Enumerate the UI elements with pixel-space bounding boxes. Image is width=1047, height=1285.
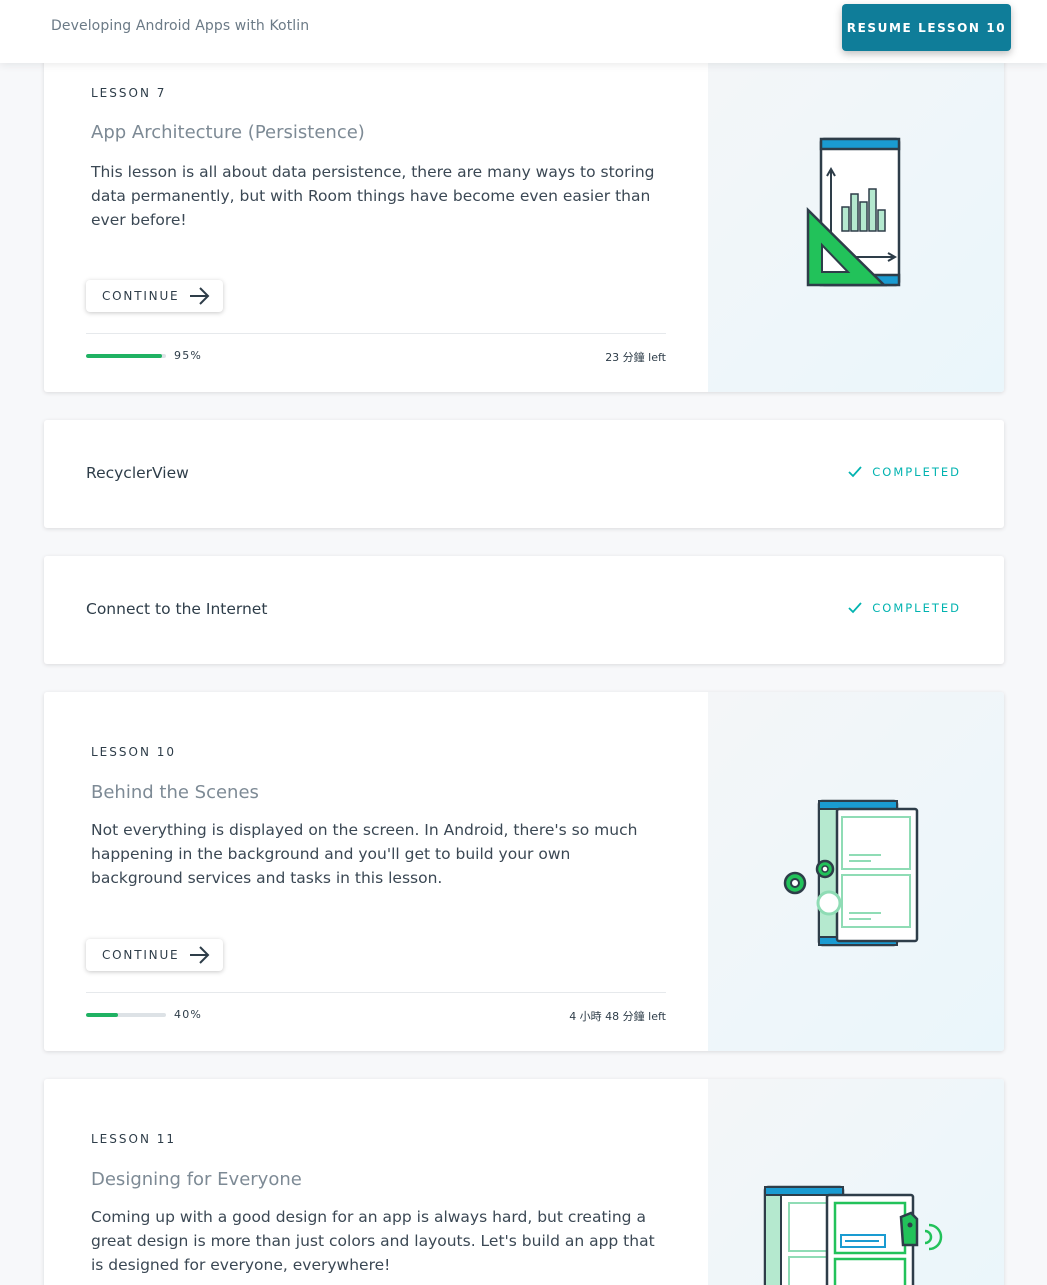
- check-icon: [848, 602, 862, 614]
- lesson-card-7: LESSON 7 App Architecture (Persistence) …: [44, 32, 1004, 392]
- completed-label: COMPLETED: [872, 601, 961, 615]
- progress-percent: 40%: [174, 1008, 203, 1021]
- lesson-card-recyclerview[interactable]: RecyclerView COMPLETED: [44, 420, 1004, 528]
- arrow-right-icon: [190, 946, 210, 964]
- lesson-card-connect-internet[interactable]: Connect to the Internet COMPLETED: [44, 556, 1004, 664]
- accessible-design-icon: [763, 1185, 943, 1285]
- resume-lesson-button[interactable]: RESUME LESSON 10: [842, 4, 1011, 51]
- divider: [86, 333, 666, 334]
- progress-fill: [86, 354, 162, 358]
- lesson-title: Designing for Everyone: [91, 1169, 302, 1190]
- lesson-card-11: LESSON 11 Designing for Everyone Coming …: [44, 1079, 1004, 1285]
- progress-bar: [86, 354, 166, 358]
- progress-fill: [86, 1013, 118, 1017]
- continue-button[interactable]: CONTINUE: [86, 280, 223, 312]
- lesson-illustration: [708, 1079, 1004, 1285]
- completed-badge: COMPLETED: [848, 601, 961, 615]
- top-bar: Developing Android Apps with Kotlin RESU…: [0, 0, 1047, 63]
- lesson-description: Coming up with a good design for an app …: [91, 1208, 655, 1274]
- completed-badge: COMPLETED: [848, 465, 961, 479]
- lesson-description: This lesson is all about data persistenc…: [91, 163, 655, 229]
- divider: [86, 992, 666, 993]
- phone-chart-icon: [806, 137, 901, 287]
- course-title[interactable]: Developing Android Apps with Kotlin: [51, 18, 309, 34]
- lesson-title: Connect to the Internet: [86, 600, 268, 618]
- completed-label: COMPLETED: [872, 465, 961, 479]
- progress-percent: 95%: [174, 349, 203, 362]
- arrow-right-icon: [190, 287, 210, 305]
- lesson-title: App Architecture (Persistence): [91, 122, 365, 143]
- lesson-illustration: [708, 32, 1004, 392]
- time-left: 4 小時 48 分鐘 left: [569, 1010, 666, 1023]
- tablet-gears-icon: [783, 799, 919, 946]
- lesson-title: RecyclerView: [86, 464, 189, 482]
- lesson-label: LESSON 11: [91, 1132, 177, 1146]
- continue-label: CONTINUE: [102, 289, 180, 303]
- page: Developing Android Apps with Kotlin RESU…: [0, 0, 1047, 1285]
- continue-button[interactable]: CONTINUE: [86, 939, 223, 971]
- progress-bar: [86, 1013, 166, 1017]
- lesson-title: Behind the Scenes: [91, 782, 259, 803]
- continue-label: CONTINUE: [102, 948, 180, 962]
- lesson-label: LESSON 10: [91, 745, 177, 759]
- lesson-illustration: [708, 692, 1004, 1051]
- lesson-label: LESSON 7: [91, 86, 167, 100]
- check-icon: [848, 466, 862, 478]
- time-left: 23 分鐘 left: [605, 351, 666, 364]
- lesson-description: Not everything is displayed on the scree…: [91, 821, 638, 887]
- lesson-card-10: LESSON 10 Behind the Scenes Not everythi…: [44, 692, 1004, 1051]
